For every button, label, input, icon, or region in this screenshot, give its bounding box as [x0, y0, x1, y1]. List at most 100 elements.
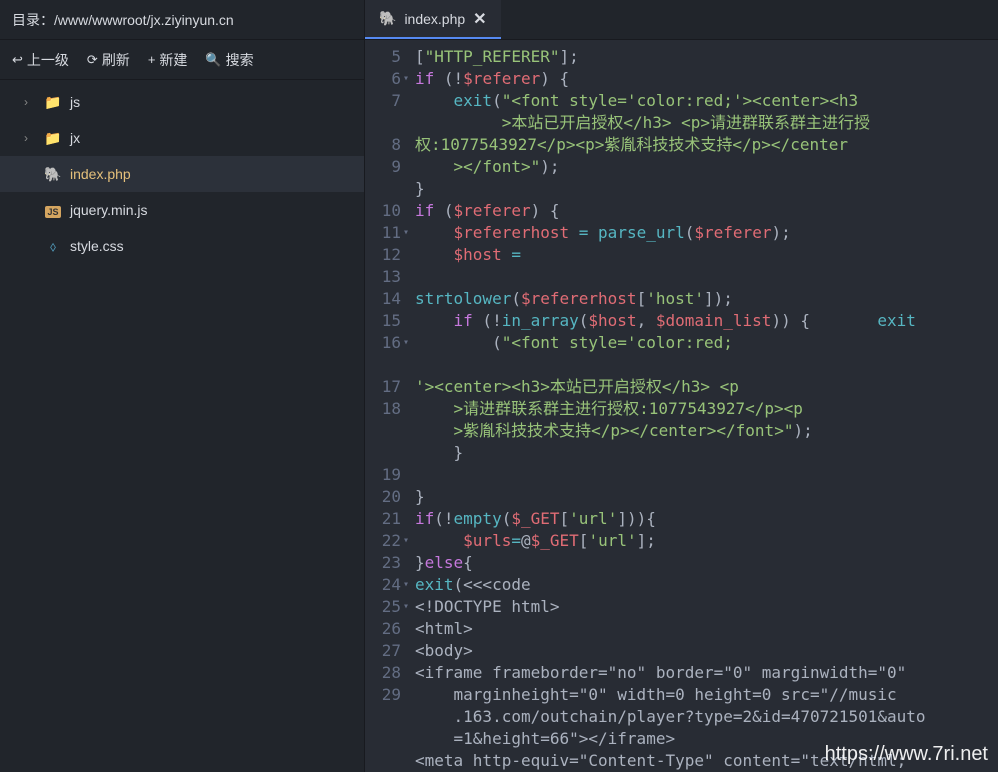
line-number — [365, 178, 401, 200]
line-number — [365, 706, 401, 728]
tree-item-label: js — [70, 94, 80, 110]
code-line[interactable]: $host = — [411, 244, 998, 266]
arrow-up-icon: ↩ — [12, 52, 23, 68]
new-label: 新建 — [159, 50, 187, 70]
code-line[interactable]: if ($referer) { — [411, 200, 998, 222]
code-line[interactable]: marginheight="0" width=0 height=0 src="/… — [411, 684, 998, 706]
code-line[interactable]: <body> — [411, 640, 998, 662]
code-line[interactable]: } — [411, 442, 998, 464]
editor-area: 🐘index.php✕ 567 89 10111213141516 1718 1… — [365, 0, 998, 772]
code-line[interactable]: ></font>"); — [411, 156, 998, 178]
path-label: 目录： — [12, 10, 54, 30]
line-number — [365, 728, 401, 750]
code-line[interactable]: <!DOCTYPE html> — [411, 596, 998, 618]
line-number: 23 — [365, 552, 401, 574]
chevron-right-icon: › — [24, 95, 36, 109]
code-line[interactable]: if (!in_array($host, $domain_list)) { ex… — [411, 310, 998, 332]
line-number: 21 — [365, 508, 401, 530]
line-number: 5 — [365, 46, 401, 68]
up-button[interactable]: ↩ 上一级 — [12, 50, 69, 70]
plus-icon: + — [148, 52, 156, 67]
path-bar: 目录： /www/wwwroot/jx.ziyinyun.cn — [0, 0, 364, 40]
close-icon[interactable]: ✕ — [473, 9, 486, 29]
code-line[interactable] — [411, 464, 998, 486]
tree-item-label: index.php — [70, 166, 131, 182]
code-line[interactable]: exit(<<<code — [411, 574, 998, 596]
watermark: https://www.7ri.net — [825, 743, 988, 766]
code-line[interactable]: .163.com/outchain/player?type=2&id=47072… — [411, 706, 998, 728]
code-line[interactable] — [411, 266, 998, 288]
tree-item-js[interactable]: ›📁js — [0, 84, 364, 120]
line-number: 24 — [365, 574, 401, 596]
php-icon: 🐘 — [44, 166, 62, 183]
code-line[interactable]: ["HTTP_REFERER"]; — [411, 46, 998, 68]
js-icon: JS — [44, 202, 62, 218]
code-line[interactable]: if (!$referer) { — [411, 68, 998, 90]
line-number: 8 — [365, 134, 401, 156]
code-line[interactable]: 权:1077543927</p><p>紫胤科技技术支持</p></center — [411, 134, 998, 156]
tab-index-php[interactable]: 🐘 index.php ✕ — [365, 0, 501, 39]
code-line[interactable]: <iframe frameborder="no" border="0" marg… — [411, 662, 998, 684]
tree-item-jquery-min-js[interactable]: JS jquery.min.js — [0, 192, 364, 228]
line-number: 16 — [365, 332, 401, 354]
up-label: 上一级 — [27, 50, 69, 70]
line-number: 27 — [365, 640, 401, 662]
code-line[interactable]: $refererhost = parse_url($referer); — [411, 222, 998, 244]
toolbar: ↩ 上一级 ⟳ 刷新 + 新建 🔍 搜索 — [0, 40, 364, 80]
line-number: 28 — [365, 662, 401, 684]
search-label: 搜索 — [226, 50, 254, 70]
line-number: 22 — [365, 530, 401, 552]
code-line[interactable]: }else{ — [411, 552, 998, 574]
code-line[interactable]: <html> — [411, 618, 998, 640]
line-number: 12 — [365, 244, 401, 266]
code-line[interactable]: if(!empty($_GET['url'])){ — [411, 508, 998, 530]
gutter: 567 89 10111213141516 1718 1920212223242… — [365, 40, 411, 772]
code-line[interactable]: $urls=@$_GET['url']; — [411, 530, 998, 552]
code-line[interactable]: exit("<font style='color:red;'><center><… — [411, 90, 998, 112]
code-line[interactable]: } — [411, 486, 998, 508]
code-line[interactable]: ("<font style='color:red; — [411, 332, 998, 354]
folder-icon: 📁 — [44, 130, 62, 147]
line-number: 29 — [365, 684, 401, 706]
php-icon: 🐘 — [379, 10, 396, 27]
code[interactable]: ["HTTP_REFERER"];if (!$referer) { exit("… — [411, 40, 998, 772]
line-number: 26 — [365, 618, 401, 640]
line-number: 9 — [365, 156, 401, 178]
line-number: 18 — [365, 398, 401, 420]
line-number — [365, 442, 401, 464]
tabs: 🐘 index.php ✕ — [365, 0, 998, 40]
tree-item-style-css[interactable]: ⬨style.css — [0, 228, 364, 264]
tree-item-index-php[interactable]: 🐘 index.php — [0, 156, 364, 192]
line-number: 20 — [365, 486, 401, 508]
line-number: 17 — [365, 376, 401, 398]
code-line[interactable]: strtolower($refererhost['host']); — [411, 288, 998, 310]
path-value: /www/wwwroot/jx.ziyinyun.cn — [54, 12, 234, 28]
line-number: 25 — [365, 596, 401, 618]
tree-item-label: jx — [70, 130, 80, 146]
tab-label: index.php — [404, 11, 465, 27]
refresh-button[interactable]: ⟳ 刷新 — [87, 50, 130, 70]
line-number — [365, 750, 401, 772]
file-tree: ›📁js›📁jx🐘index.phpJSjquery.min.js⬨style.… — [0, 80, 364, 772]
refresh-label: 刷新 — [102, 50, 130, 70]
new-button[interactable]: + 新建 — [148, 50, 188, 70]
search-button[interactable]: 🔍 搜索 — [205, 50, 253, 70]
line-number — [365, 112, 401, 134]
line-number: 10 — [365, 200, 401, 222]
code-line[interactable]: } — [411, 178, 998, 200]
code-line[interactable]: >紫胤科技技术支持</p></center></font>"); — [411, 420, 998, 442]
tree-item-label: jquery.min.js — [70, 202, 148, 218]
line-number: 6 — [365, 68, 401, 90]
line-number — [365, 420, 401, 442]
line-number: 11 — [365, 222, 401, 244]
code-area[interactable]: 567 89 10111213141516 1718 1920212223242… — [365, 40, 998, 772]
code-line[interactable] — [411, 354, 998, 376]
code-line[interactable]: >本站已开启授权</h3> <p>请进群联系群主进行授 — [411, 112, 998, 134]
line-number: 19 — [365, 464, 401, 486]
line-number: 7 — [365, 90, 401, 112]
tree-item-jx[interactable]: › 📁 jx — [0, 120, 364, 156]
chevron-right-icon: › — [24, 131, 36, 145]
code-line[interactable]: '><center><h3>本站已开启授权</h3> <p — [411, 376, 998, 398]
css-icon: ⬨ — [44, 238, 62, 255]
code-line[interactable]: >请进群联系群主进行授权:1077543927</p><p — [411, 398, 998, 420]
